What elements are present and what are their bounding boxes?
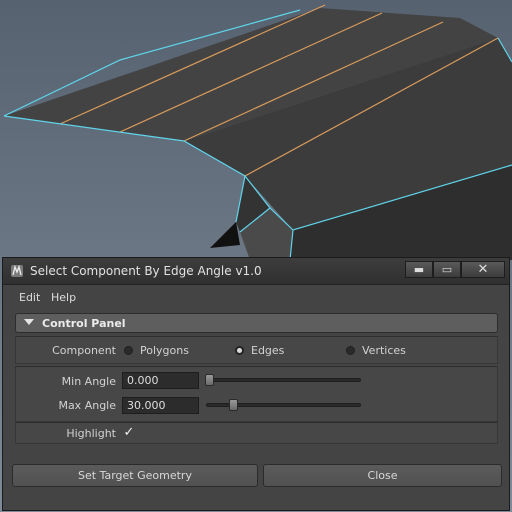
menu-bar: Edit Help	[9, 286, 503, 306]
highlight-label: Highlight	[66, 427, 116, 440]
max-angle-label: Max Angle	[58, 399, 116, 412]
min-angle-slider-handle[interactable]	[205, 374, 214, 386]
title-bar[interactable]: Select Component By Edge Angle v1.0 ▬ ▭ …	[3, 258, 509, 285]
minimize-button[interactable]: ▬	[405, 261, 433, 278]
highlight-row: Highlight ✓	[15, 422, 498, 444]
max-angle-slider-handle[interactable]	[229, 399, 238, 411]
min-angle-field[interactable]	[122, 372, 199, 389]
radio-edges[interactable]	[235, 346, 244, 355]
close-window-button[interactable]: ✕	[461, 261, 505, 278]
radio-vertices[interactable]	[346, 346, 355, 355]
maya-logo-icon	[11, 265, 23, 277]
menu-help[interactable]: Help	[51, 291, 76, 304]
radio-edges-label[interactable]: Edges	[251, 344, 284, 357]
triangle-down-icon[interactable]	[24, 319, 34, 325]
close-button[interactable]: Close	[263, 464, 502, 487]
control-panel-title: Control Panel	[42, 317, 126, 330]
window-title: Select Component By Edge Angle v1.0	[30, 264, 262, 278]
radio-vertices-label[interactable]: Vertices	[362, 344, 406, 357]
angle-settings: Min Angle Max Angle	[15, 366, 498, 422]
radio-polygons[interactable]	[124, 346, 133, 355]
min-angle-label: Min Angle	[61, 375, 116, 388]
component-label: Component	[52, 344, 116, 357]
highlight-checkbox[interactable]: ✓	[122, 426, 136, 440]
maximize-button[interactable]: ▭	[433, 261, 461, 278]
select-component-dialog: Select Component By Edge Angle v1.0 ▬ ▭ …	[2, 257, 510, 511]
control-panel-header[interactable]: Control Panel	[15, 313, 498, 333]
max-angle-field[interactable]	[122, 397, 199, 414]
radio-polygons-label[interactable]: Polygons	[140, 344, 189, 357]
min-angle-slider[interactable]	[206, 378, 361, 382]
set-target-geometry-button[interactable]: Set Target Geometry	[12, 464, 258, 487]
menu-edit[interactable]: Edit	[19, 291, 40, 304]
component-row: Component Polygons Edges Vertices	[15, 336, 498, 364]
